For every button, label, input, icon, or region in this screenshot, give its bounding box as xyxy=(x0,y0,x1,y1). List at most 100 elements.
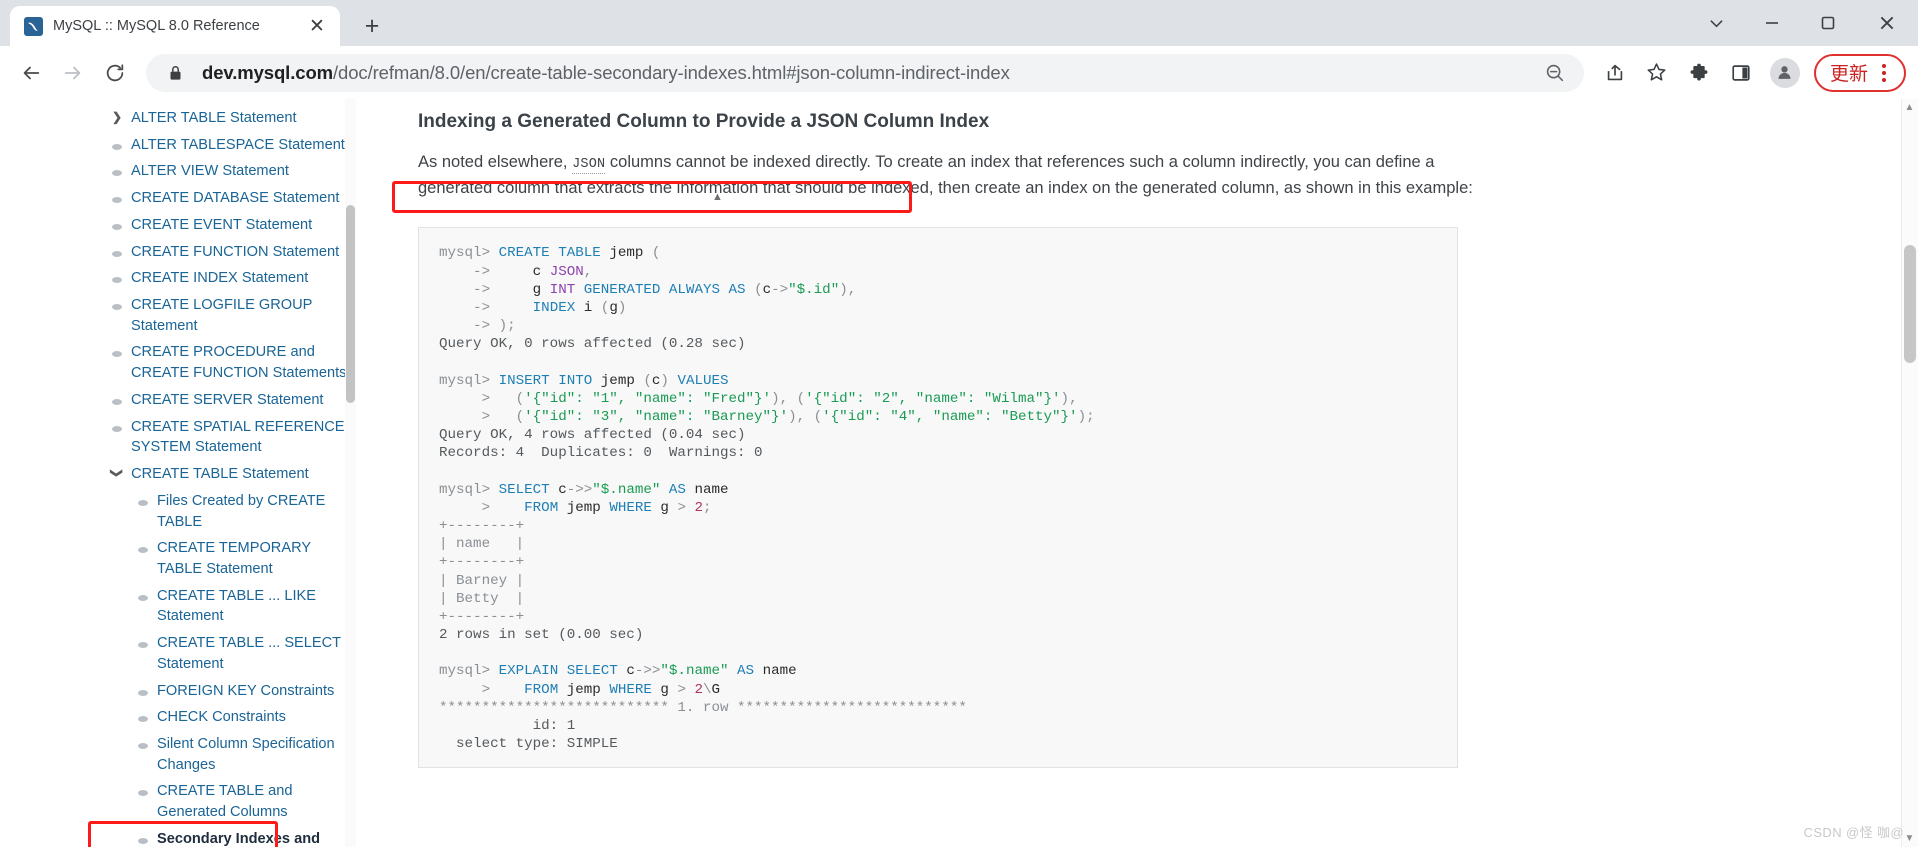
address-bar[interactable]: dev.mysql.com/doc/refman/8.0/en/create-t… xyxy=(146,53,1584,92)
update-label: 更新 xyxy=(1829,64,1868,85)
sidebar-item-alter-tablespace-statement[interactable]: ALTER TABLESPACE Statement xyxy=(112,132,350,159)
sidebar-item-label: CREATE LOGFILE GROUP Statement xyxy=(131,297,313,334)
watermark: CSDN @怪 咖@ xyxy=(1803,825,1904,840)
bullet-icon xyxy=(138,837,148,844)
puzzle-icon[interactable] xyxy=(1680,54,1718,92)
bullet-icon xyxy=(112,197,122,204)
tab-search-icon[interactable] xyxy=(1688,0,1744,46)
update-button[interactable]: 更新 xyxy=(1813,53,1906,92)
star-icon[interactable] xyxy=(1638,54,1676,92)
sidebar-item-label: CREATE INDEX Statement xyxy=(131,270,309,287)
tab-title: MySQL :: MySQL 8.0 Reference xyxy=(53,18,260,34)
intro-text-1: As noted elsewhere, xyxy=(418,153,573,171)
forward-button[interactable] xyxy=(54,54,92,92)
sidebar-item-label: CREATE TABLE ... SELECT Statement xyxy=(157,635,341,672)
sidebar-item-create-table-and-generated-columns[interactable]: CREATE TABLE and Generated Columns xyxy=(112,778,350,825)
scroll-up-icon[interactable]: ▲ xyxy=(1903,101,1916,114)
bullet-icon xyxy=(138,742,148,749)
sidebar-item-create-database-statement[interactable]: CREATE DATABASE Statement xyxy=(112,185,350,212)
bullet-icon xyxy=(138,790,148,797)
intro-paragraph: As noted elsewhere, JSON columns cannot … xyxy=(418,150,1478,201)
sidebar-item-label: ALTER VIEW Statement xyxy=(131,163,289,180)
page-title: Indexing a Generated Column to Provide a… xyxy=(418,111,990,132)
sidebar-item-alter-view-statement[interactable]: ALTER VIEW Statement xyxy=(112,158,350,185)
scroll-up-arrow-icon[interactable]: ▲ xyxy=(712,191,723,203)
page-scrollbar-track[interactable]: ▲ ▼ xyxy=(1901,99,1918,847)
bullet-icon xyxy=(112,398,122,405)
sidebar-item-create-table-select-statement[interactable]: CREATE TABLE ... SELECT Statement xyxy=(112,630,350,677)
tab-strip: MySQL :: MySQL 8.0 Reference ✕ + xyxy=(0,0,1918,46)
sidebar-item-label: CREATE TABLE ... LIKE Statement xyxy=(157,587,316,625)
share-icon[interactable] xyxy=(1596,54,1634,92)
sidebar-item-silent-column-specification-changes[interactable]: Silent Column Specification Changes xyxy=(112,731,350,778)
bullet-icon xyxy=(138,689,148,696)
lock-icon xyxy=(160,58,190,88)
url-text: dev.mysql.com/doc/refman/8.0/en/create-t… xyxy=(202,62,1528,84)
bullet-icon xyxy=(112,304,122,311)
sidebar-item-label: CREATE DATABASE Statement xyxy=(131,190,340,207)
sidebar-item-files-created-by-create-table[interactable]: Files Created by CREATE TABLE xyxy=(112,488,350,535)
sidebar-item-alter-table-statement[interactable]: ❯ ALTER TABLE Statement xyxy=(112,105,350,132)
zoom-out-icon[interactable] xyxy=(1540,58,1570,88)
bullet-icon xyxy=(112,250,122,257)
profile-avatar-icon[interactable] xyxy=(1769,57,1800,88)
sidebar-item-label: ALTER TABLE Statement xyxy=(131,110,297,126)
sidebar-item-create-temporary-table-statement[interactable]: CREATE TEMPORARY TABLE Statement xyxy=(112,535,350,582)
sidebar-item-foreign-key-constraints[interactable]: FOREIGN KEY Constraints xyxy=(112,678,350,705)
sidebar-item-create-server-statement[interactable]: CREATE SERVER Statement xyxy=(112,387,350,414)
url-path: /doc/refman/8.0/en/create-table-secondar… xyxy=(333,61,1010,83)
sidebar-scrollbar-thumb[interactable] xyxy=(346,205,355,403)
new-tab-button[interactable]: + xyxy=(354,8,390,44)
page-scrollbar-thumb[interactable] xyxy=(1904,245,1916,363)
browser-tab[interactable]: MySQL :: MySQL 8.0 Reference ✕ xyxy=(10,6,340,46)
sidebar-item-create-spatial-reference-system-statement[interactable]: CREATE SPATIAL REFERENCE SYSTEM Statemen… xyxy=(112,414,350,461)
sidebar-item-create-table-like-statement[interactable]: CREATE TABLE ... LIKE Statement xyxy=(112,583,350,630)
mysql-dolphin-icon xyxy=(24,16,43,36)
minimize-button[interactable] xyxy=(1744,0,1800,46)
bullet-icon xyxy=(112,223,122,230)
side-panel-icon[interactable] xyxy=(1722,54,1760,92)
back-button[interactable] xyxy=(12,54,50,92)
sidebar-item-secondary-indexes-and-generated-columns[interactable]: Secondary Indexes and Generated Columns xyxy=(112,826,350,847)
scroll-down-icon[interactable]: ▼ xyxy=(1903,832,1916,845)
sidebar-item-label: CREATE TABLE and Generated Columns xyxy=(157,783,293,821)
sidebar-item-label: CREATE FUNCTION Statement xyxy=(131,243,340,260)
browser-window: MySQL :: MySQL 8.0 Reference ✕ + dev.mys… xyxy=(0,0,1918,847)
maximize-button[interactable] xyxy=(1800,0,1856,46)
close-icon[interactable]: ✕ xyxy=(304,13,330,39)
sidebar-item-create-table-statement[interactable]: ❯ CREATE TABLE Statement xyxy=(110,461,350,488)
url-host: dev.mysql.com xyxy=(202,61,333,83)
sidebar-item-label: CREATE SERVER Statement xyxy=(131,391,324,408)
sidebar-item-create-procedure-and-create-function-statements[interactable]: CREATE PROCEDURE and CREATE FUNCTION Sta… xyxy=(112,339,350,386)
sidebar-item-label: ALTER TABLESPACE Statement xyxy=(131,136,345,153)
window-controls xyxy=(1688,0,1918,46)
chevron-down-icon: ❯ xyxy=(110,468,125,479)
sidebar-item-label: Silent Column Specification Changes xyxy=(157,735,335,773)
sidebar-item-create-logfile-group-statement[interactable]: CREATE LOGFILE GROUP Statement xyxy=(112,292,350,339)
three-dot-menu-icon[interactable] xyxy=(1870,63,1898,82)
bullet-icon xyxy=(112,170,122,177)
sidebar-item-label: Files Created by CREATE TABLE xyxy=(157,492,326,530)
reload-button[interactable] xyxy=(96,54,134,92)
docs-sidebar[interactable]: ❯ ALTER TABLE Statement ALTER TABLESPACE S… xyxy=(0,99,360,847)
bullet-icon xyxy=(138,499,148,506)
window-close-button[interactable] xyxy=(1856,0,1918,46)
sidebar-item-label: Secondary Indexes and Generated Columns xyxy=(157,830,321,847)
sidebar-item-create-index-statement[interactable]: CREATE INDEX Statement xyxy=(112,265,350,292)
sidebar-item-label: CREATE PROCEDURE and CREATE FUNCTION Sta… xyxy=(131,344,347,382)
bullet-icon xyxy=(138,642,148,649)
code-example-block: mysql> CREATE TABLE jemp ( -> c JSON, ->… xyxy=(418,227,1458,769)
sidebar-item-create-function-statement[interactable]: CREATE FUNCTION Statement xyxy=(112,239,350,266)
page-viewport: ❯ ALTER TABLE Statement ALTER TABLESPACE S… xyxy=(0,99,1918,847)
sidebar-item-label: CREATE EVENT Statement xyxy=(131,216,313,233)
sidebar-item-label: CREATE TABLE Statement xyxy=(131,466,309,483)
bullet-icon xyxy=(138,716,148,723)
code-content: mysql> CREATE TABLE jemp ( -> c JSON, ->… xyxy=(439,245,1095,753)
browser-toolbar: dev.mysql.com/doc/refman/8.0/en/create-t… xyxy=(0,46,1918,99)
sidebar-item-create-event-statement[interactable]: CREATE EVENT Statement xyxy=(112,212,350,239)
inline-code-json: JSON xyxy=(572,157,606,174)
bullet-icon xyxy=(138,594,148,601)
sidebar-item-check-constraints[interactable]: CHECK Constraints xyxy=(112,704,350,731)
chevron-right-icon: ❯ xyxy=(112,110,123,124)
bullet-icon xyxy=(112,425,122,432)
